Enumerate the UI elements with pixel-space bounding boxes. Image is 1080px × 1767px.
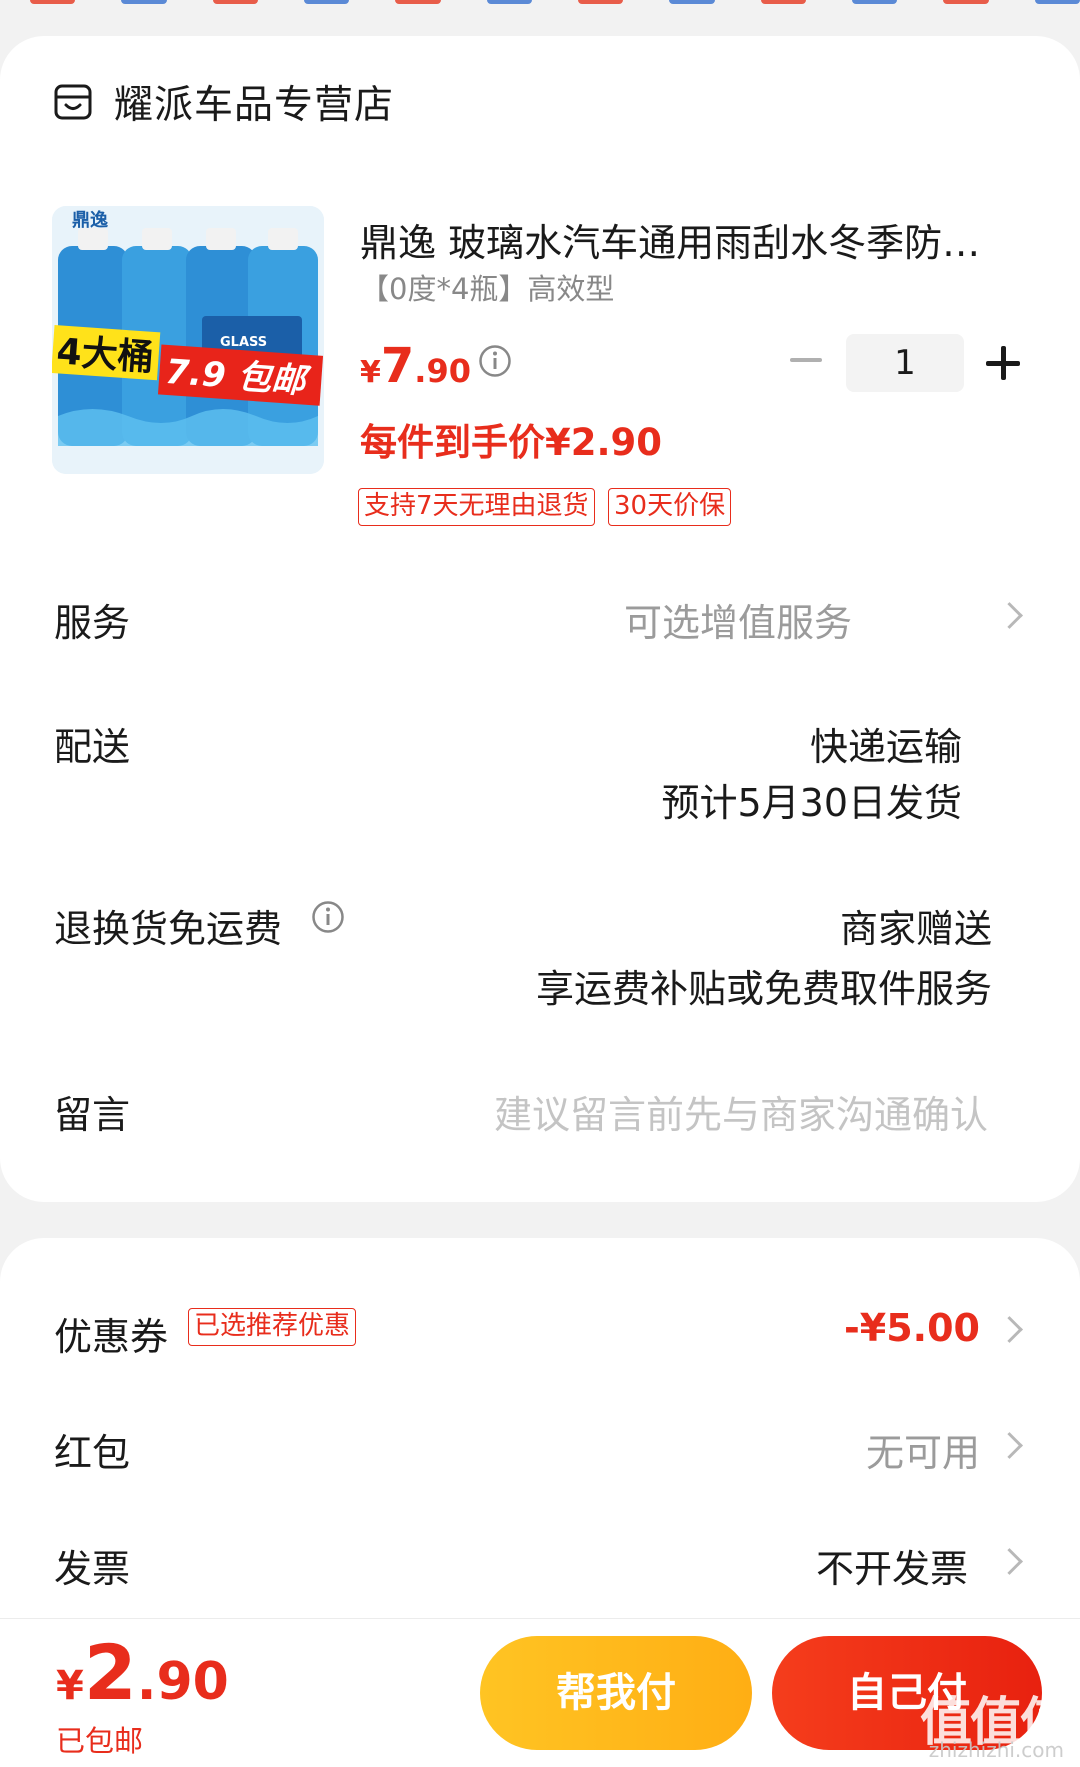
delivery-method: 快递运输 (809, 725, 962, 769)
product-banner-left: 4大桶 (55, 331, 155, 379)
invoice-chevron-icon[interactable] (1004, 1548, 1020, 1576)
price-integer: 7 (380, 338, 415, 394)
price-decimal: .90 (414, 352, 471, 390)
quantity-plus-button[interactable] (986, 346, 1020, 380)
product-title[interactable]: 鼎逸 玻璃水汽车通用雨刮水冬季防… (360, 212, 1010, 267)
service-value[interactable]: 可选增值服务 (624, 592, 852, 647)
price-info-icon[interactable] (478, 344, 512, 378)
product-bottle-label: GLASS (220, 335, 267, 350)
airmail-stripe (0, 0, 1080, 6)
total-integer: 2 (83, 1628, 137, 1717)
red-packet-chevron-icon[interactable] (1004, 1432, 1020, 1460)
coupon-chevron-icon[interactable] (1004, 1316, 1020, 1344)
return-shipping-detail: 享运费补贴或免费取件服务 (535, 967, 992, 1011)
price-currency: ¥ (360, 355, 381, 390)
product-price: ¥ 7 .90 (360, 338, 471, 394)
product-brand-text: 鼎逸 (72, 209, 108, 231)
free-shipping-label: 已包邮 (56, 1724, 144, 1758)
delivery-eta: 预计5月30日发货 (661, 781, 962, 825)
store-icon (54, 84, 92, 120)
total-price: ¥ 2 .90 (56, 1628, 229, 1717)
service-label: 服务 (54, 601, 131, 645)
return-shipping-info-icon[interactable] (311, 900, 345, 934)
product-spec[interactable]: 【0度*4瓶】高效型 (360, 266, 614, 308)
coupon-selected-tag: 已选推荐优惠 (188, 1308, 357, 1346)
quantity-minus-button[interactable] (790, 358, 822, 362)
store-name: 耀派车品专营店 (114, 83, 395, 128)
coupon-value[interactable]: -¥5.00 (844, 1306, 980, 1350)
quantity-input[interactable]: 1 (846, 334, 964, 392)
final-unit-price: 每件到手价¥2.90 (360, 421, 663, 464)
total-decimal: .90 (136, 1652, 229, 1712)
message-label: 留言 (54, 1093, 131, 1137)
price-protect-tag: 30天价保 (608, 488, 732, 526)
invoice-value[interactable]: 不开发票 (816, 1538, 968, 1593)
delivery-label: 配送 (54, 725, 131, 769)
store-header[interactable]: 耀派车品专营店 (54, 74, 394, 130)
invoice-label: 发票 (54, 1547, 131, 1591)
return-policy-tag: 支持7天无理由退货 (358, 488, 595, 526)
return-shipping-value: 商家赠送 (839, 907, 992, 951)
help-me-pay-button[interactable]: 帮我付 (480, 1636, 752, 1750)
return-shipping-label: 退换货免运费 (54, 907, 283, 951)
red-packet-label: 红包 (54, 1431, 131, 1475)
service-chevron-icon[interactable] (1004, 602, 1020, 630)
red-packet-value[interactable]: 无可用 (866, 1422, 980, 1477)
product-image[interactable]: 鼎逸 GLASS 4大桶 7.9 包邮 (52, 206, 324, 474)
total-currency: ¥ (56, 1663, 84, 1709)
message-input[interactable]: 建议留言前先与商家沟通确认 (494, 1084, 988, 1139)
product-photo: 鼎逸 GLASS 4大桶 7.9 包邮 (52, 206, 324, 474)
watermark-url: zhizhizhi.com (928, 1738, 1064, 1762)
coupon-label: 优惠券 (54, 1315, 169, 1359)
